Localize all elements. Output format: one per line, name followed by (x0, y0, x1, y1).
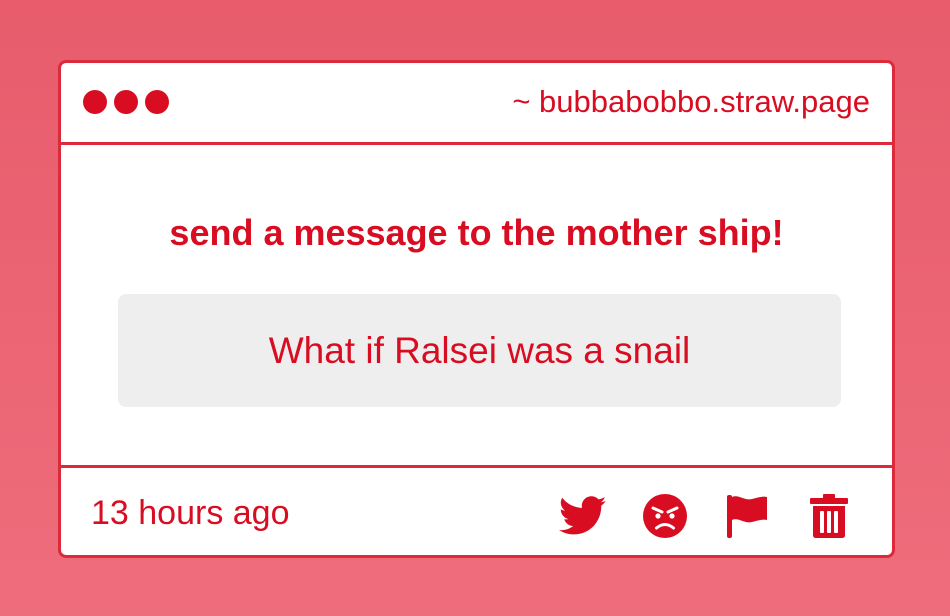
message-card-window: ~ bubbabobbo.straw.page send a message t… (58, 60, 895, 558)
trash-icon (810, 494, 848, 538)
window-titlebar: ~ bubbabobbo.straw.page (61, 63, 892, 145)
message-content: send a message to the mother ship! What … (61, 145, 892, 465)
react-angry-button[interactable] (640, 491, 690, 541)
action-bar (558, 491, 854, 541)
angry-face-icon (643, 494, 687, 538)
message-body: What if Ralsei was a snail (118, 294, 841, 407)
delete-button[interactable] (804, 491, 854, 541)
share-twitter-button[interactable] (558, 491, 608, 541)
window-dot-icon (114, 90, 138, 114)
window-dots (83, 90, 169, 114)
twitter-icon (559, 496, 607, 535)
report-flag-button[interactable] (722, 491, 772, 541)
page-url[interactable]: ~ bubbabobbo.straw.page (512, 83, 870, 121)
card-footer: 13 hours ago (61, 465, 892, 555)
page-heading: send a message to the mother ship! (169, 212, 784, 253)
flag-icon (727, 495, 767, 538)
message-timestamp: 13 hours ago (91, 494, 290, 532)
window-dot-icon (145, 90, 169, 114)
window-dot-icon (83, 90, 107, 114)
